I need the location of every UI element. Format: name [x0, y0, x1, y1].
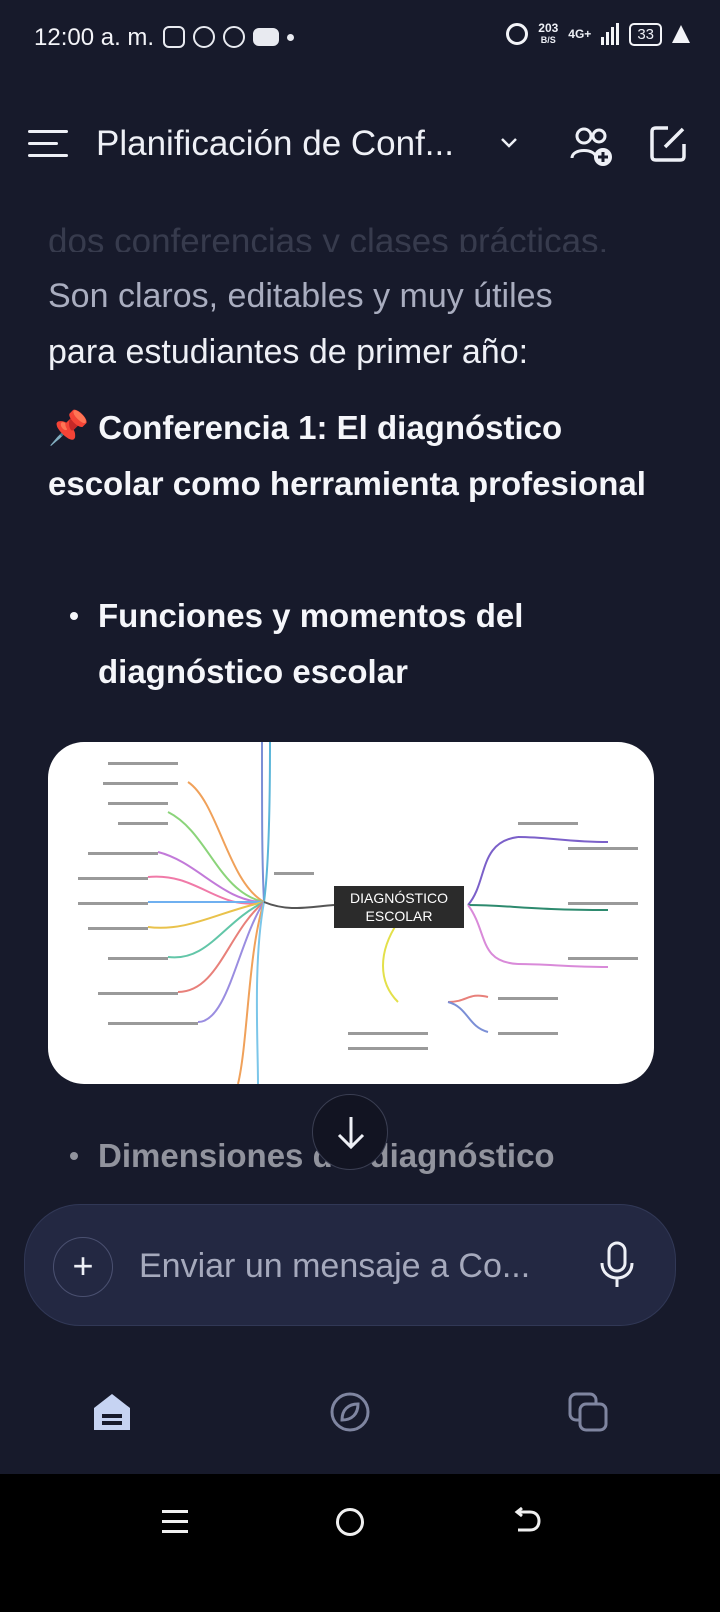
add-attachment-button[interactable]: + [53, 1237, 113, 1297]
faded-previous-line: dos conferencias y clases prácticas. [48, 222, 609, 252]
back-icon[interactable] [512, 1506, 542, 1536]
instagram-icon [163, 26, 185, 48]
home-button-icon[interactable] [336, 1508, 364, 1536]
message-paragraph: Son claros, editables y muy útiles para … [48, 268, 668, 380]
mind-map-graphic: DIAGNÓSTICO ESCOLAR [78, 742, 638, 1084]
chevron-down-icon[interactable] [500, 130, 518, 156]
paragraph-line: para estudiantes de primer año: [48, 333, 529, 371]
signal-icon [601, 23, 620, 45]
list-item-text: Funciones y momentos del diagnóstico esc… [98, 597, 524, 690]
alarm-icon [506, 23, 529, 45]
discover-icon[interactable] [328, 1390, 378, 1440]
whatsapp-icon [193, 26, 215, 48]
bullet-dot [70, 1152, 78, 1160]
notification-icons [163, 26, 294, 48]
conversation-title[interactable]: Planificación de Conf... [96, 124, 454, 164]
scroll-down-button[interactable] [312, 1094, 388, 1170]
add-user-icon[interactable] [570, 124, 614, 168]
network-type: 4G+ [568, 27, 592, 41]
mind-map-center-line2: ESCOLAR [366, 908, 433, 924]
flask-icon [672, 25, 690, 43]
new-chat-icon[interactable] [648, 124, 688, 164]
youtube-icon [253, 28, 279, 46]
mind-map-center-line1: DIAGNÓSTICO [350, 890, 448, 906]
app-bar: Planificación de Conf... [0, 110, 720, 180]
message-composer: + [24, 1204, 676, 1326]
bullet-dot [70, 612, 78, 620]
pages-icon[interactable] [566, 1390, 616, 1440]
message-input[interactable] [137, 1239, 571, 1293]
facebook-icon [223, 26, 245, 48]
more-notifications-icon [287, 33, 294, 41]
conference-heading: 📌 Conferencia 1: El diagnóstico escolar … [48, 409, 646, 502]
network-speed: 203 B/S [538, 21, 559, 45]
arrow-down-icon [337, 1117, 365, 1150]
system-navigation-bar [0, 1474, 720, 1612]
status-time: 12:00 a. m. [34, 24, 155, 51]
system-indicators: 203 B/S 4G+ 33 [506, 22, 690, 46]
bottom-navigation [0, 1370, 720, 1470]
home-icon[interactable] [90, 1390, 140, 1440]
menu-icon[interactable] [28, 128, 68, 158]
mind-map-image[interactable]: DIAGNÓSTICO ESCOLAR [48, 742, 654, 1084]
list-item-text: Dimensiones del diagnóstico [98, 1137, 555, 1174]
microphone-icon[interactable] [597, 1239, 637, 1293]
recent-apps-icon[interactable] [162, 1508, 188, 1534]
status-bar: 12:00 a. m. 203 B/S 4G+ 33 [0, 0, 720, 80]
battery-indicator: 33 [629, 22, 662, 46]
paragraph-line-dim: Son claros, editables y muy útiles [48, 277, 553, 315]
